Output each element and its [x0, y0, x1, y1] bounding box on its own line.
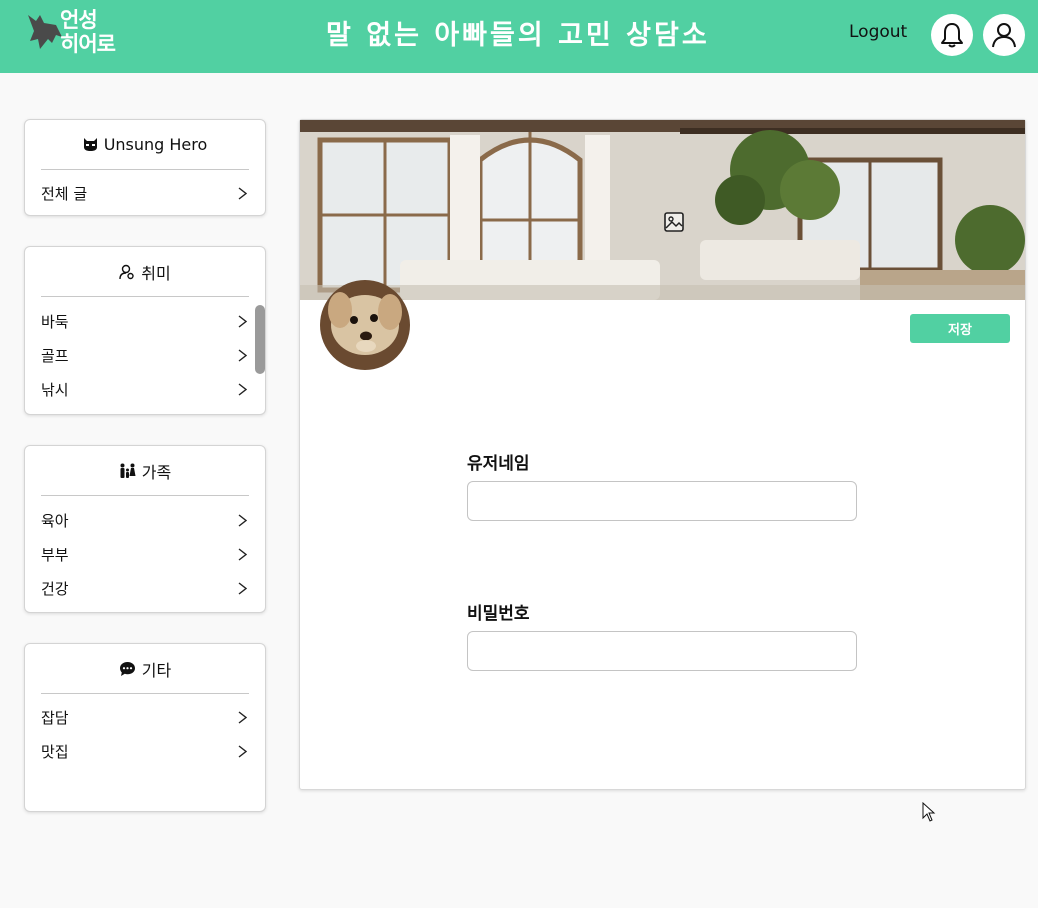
sidebar-group-header: 가족 [41, 446, 249, 496]
sidebar-group-header: 기타 [41, 644, 249, 694]
sidebar-group-title: 취미 [141, 263, 171, 283]
logo-text: 언성 히어로 [60, 8, 116, 56]
sidebar-group-title: 가족 [141, 462, 172, 482]
profile-avatar[interactable] [320, 280, 410, 370]
chat-bubble-icon [119, 661, 135, 676]
sidebar-group-hobby: 취미 바둑 골프 낚시 [24, 246, 266, 415]
site-title: 말 없는 아빠들의 고민 상담소 [326, 20, 710, 51]
username-label: 유저네임 [467, 454, 530, 474]
sidebar-item-couple[interactable]: 부부 [41, 537, 249, 571]
sidebar-item-parenting[interactable]: 육아 [41, 503, 249, 537]
person-search-icon [119, 264, 134, 279]
sidebar-group-header: 취미 [41, 247, 249, 297]
sidebar-item-label: 낚시 [41, 380, 69, 399]
site-logo[interactable]: 언성 히어로 [26, 8, 126, 60]
chevron-right-icon [238, 745, 247, 758]
sidebar-scrollbar[interactable] [255, 305, 265, 374]
chevron-right-icon [238, 711, 247, 724]
sidebar-item-label: 바둑 [41, 312, 69, 331]
sidebar-item-all-posts[interactable]: 전체 글 [41, 176, 249, 210]
sidebar-item-chat[interactable]: 잡담 [41, 700, 249, 734]
profile-edit-panel: 저장 유저네임 비밀번호 [299, 119, 1026, 790]
sidebar-group-etc: 기타 잡담 맛집 [24, 643, 266, 812]
chevron-right-icon [238, 187, 247, 200]
password-label: 비밀번호 [467, 604, 530, 624]
chevron-right-icon [238, 315, 247, 328]
sidebar-item-restaurants[interactable]: 맛집 [41, 734, 249, 768]
chevron-right-icon [238, 514, 247, 527]
username-input[interactable] [467, 481, 857, 521]
sidebar-group-header: Unsung Hero [41, 120, 249, 170]
chevron-right-icon [238, 383, 247, 396]
image-icon[interactable] [664, 212, 684, 232]
mouse-cursor-icon [922, 802, 936, 822]
sidebar-group-title: 기타 [141, 660, 172, 680]
family-icon [120, 463, 136, 478]
sidebar-group-title: Unsung Hero [103, 135, 208, 154]
dog-avatar-image [320, 280, 410, 370]
user-icon [992, 23, 1016, 48]
sidebar-item-golf[interactable]: 골프 [41, 338, 249, 372]
logo-line2: 히어로 [60, 32, 116, 56]
batman-mask-icon [83, 138, 97, 151]
profile-button[interactable] [983, 14, 1025, 56]
top-header: 언성 히어로 말 없는 아빠들의 고민 상담소 Logout [0, 0, 1038, 73]
sidebar-item-baduk[interactable]: 바둑 [41, 304, 249, 338]
sidebar-item-label: 부부 [41, 545, 69, 564]
sidebar-item-label: 골프 [41, 346, 69, 365]
sidebar-group-unsung-hero: Unsung Hero 전체 글 [24, 119, 266, 216]
bell-icon [941, 23, 963, 48]
notification-button[interactable] [931, 14, 973, 56]
save-button[interactable]: 저장 [910, 314, 1010, 343]
password-input[interactable] [467, 631, 857, 671]
sidebar-item-fishing[interactable]: 낚시 [41, 372, 249, 406]
logo-line1: 언성 [60, 8, 98, 32]
sidebar-group-family: 가족 육아 부부 건강 [24, 445, 266, 613]
sidebar-item-label: 잡담 [41, 708, 69, 727]
chevron-right-icon [238, 582, 247, 595]
sidebar-item-health[interactable]: 건강 [41, 571, 249, 605]
sidebar-item-label: 건강 [41, 579, 69, 598]
sidebar-item-label: 육아 [41, 511, 69, 530]
sidebar-item-label: 전체 글 [41, 184, 88, 203]
chevron-right-icon [238, 349, 247, 362]
cover-photo-illustration [300, 120, 1025, 300]
cover-image[interactable] [300, 120, 1025, 300]
sidebar-item-label: 맛집 [41, 742, 69, 761]
chevron-right-icon [238, 548, 247, 561]
logout-link[interactable]: Logout [849, 22, 907, 42]
